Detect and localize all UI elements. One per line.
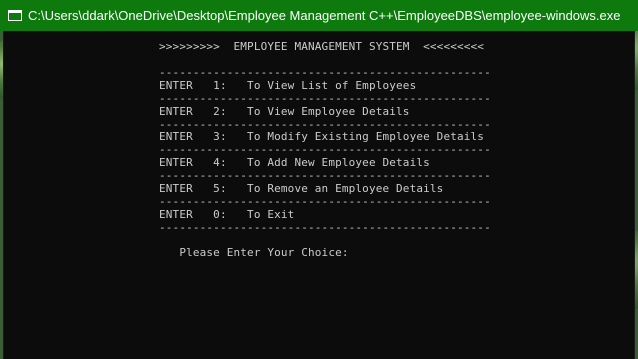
menu-option-4: ENTER 4: To Add New Employee Details	[159, 156, 430, 169]
title-bar[interactable]: C:\Users\ddark\OneDrive\Desktop\Employee…	[0, 0, 638, 31]
window-title: C:\Users\ddark\OneDrive\Desktop\Employee…	[28, 8, 621, 23]
menu-option-5: ENTER 5: To Remove an Employee Details	[159, 182, 444, 195]
console-app-icon	[8, 10, 22, 21]
console-output[interactable]: >>>>>>>>> EMPLOYEE MANAGEMENT SYSTEM <<<…	[3, 31, 635, 359]
console-window[interactable]: C:\Users\ddark\OneDrive\Desktop\Employee…	[0, 0, 638, 359]
choice-prompt: Please Enter Your Choice:	[159, 246, 349, 259]
divider: ----------------------------------------…	[159, 143, 491, 156]
menu-option-1: ENTER 1: To View List of Employees	[159, 79, 417, 92]
divider: ----------------------------------------…	[159, 221, 491, 234]
menu-option-0: ENTER 0: To Exit	[159, 208, 295, 221]
menu-option-3: ENTER 3: To Modify Existing Employee Det…	[159, 130, 485, 143]
divider: ----------------------------------------…	[159, 66, 491, 79]
menu-header: >>>>>>>>> EMPLOYEE MANAGEMENT SYSTEM <<<…	[159, 40, 485, 53]
divider: ----------------------------------------…	[159, 169, 491, 182]
menu-option-2: ENTER 2: To View Employee Details	[159, 105, 410, 118]
divider: ----------------------------------------…	[159, 195, 491, 208]
divider: ----------------------------------------…	[159, 92, 491, 105]
